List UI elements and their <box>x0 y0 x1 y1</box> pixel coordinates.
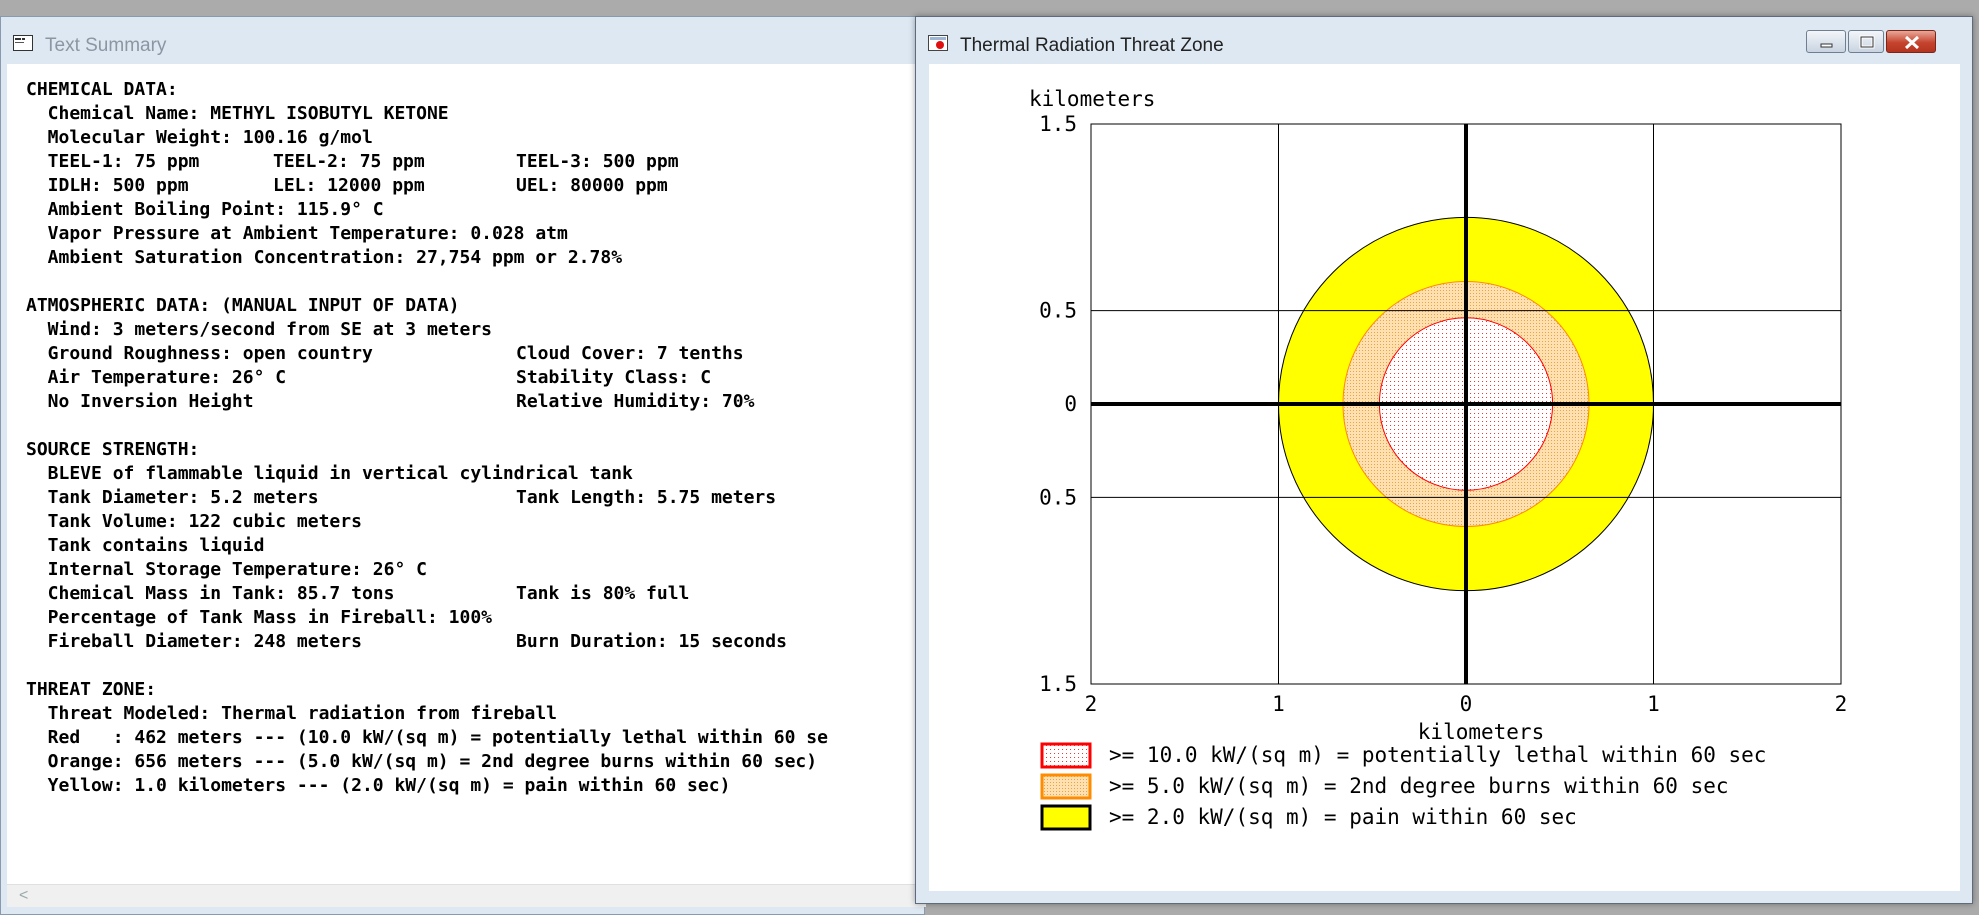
y-tick-label: 0.5 <box>1039 485 1077 509</box>
summary-line: ATMOSPHERIC DATA: (MANUAL INPUT OF DATA) <box>26 295 460 316</box>
y-tick-label: 0.5 <box>1039 299 1077 323</box>
summary-line: Fireball Diameter: 248 meters <box>26 631 362 652</box>
legend-swatch-red <box>1040 742 1092 769</box>
summary-line: No Inversion Height <box>26 391 254 412</box>
legend-swatch-yellow <box>1040 804 1092 831</box>
y-axis-label: kilometers <box>1029 87 1155 111</box>
threat-zone-titlebar[interactable]: Thermal Radiation Threat Zone <box>916 17 1972 61</box>
summary-line: Chemical Name: METHYL ISOBUTYL KETONE <box>26 103 449 124</box>
summary-line-col3: TEEL-3: 500 ppm <box>516 151 679 172</box>
close-icon <box>1904 35 1920 50</box>
summary-line: Molecular Weight: 100.16 g/mol <box>26 127 373 148</box>
threat-zone-window-icon <box>928 35 948 51</box>
summary-line: Threat Modeled: Thermal radiation from f… <box>26 703 558 724</box>
maximize-button[interactable] <box>1848 30 1884 53</box>
summary-line: BLEVE of flammable liquid in vertical cy… <box>26 463 633 484</box>
summary-line-col3: Burn Duration: 15 seconds <box>516 631 787 652</box>
summary-line: TEEL-1: 75 ppm <box>26 151 200 172</box>
summary-line-col3: UEL: 80000 ppm <box>516 175 668 196</box>
summary-line: Wind: 3 meters/second from SE at 3 meter… <box>26 319 492 340</box>
summary-line: Air Temperature: 26° C <box>26 367 287 388</box>
summary-line: Tank contains liquid <box>26 535 265 556</box>
x-tick-label: 2 <box>1085 692 1098 716</box>
summary-line: IDLH: 500 ppm <box>26 175 189 196</box>
window-icon <box>13 35 33 51</box>
threat-zone-chart: 1.50.500.51.52 1 0 1 2kilometerskilometers>=… <box>1029 87 1848 831</box>
legend-label-yellow: >= 2.0 kW/(sq m) = pain within 60 sec <box>1109 805 1577 829</box>
horizontal-scrollbar[interactable]: < <box>7 884 926 907</box>
summary-line-col3: Tank Length: 5.75 meters <box>516 487 777 508</box>
close-button[interactable] <box>1886 30 1936 53</box>
summary-line: Ambient Boiling Point: 115.9° C <box>26 199 384 220</box>
x-tick-label: 2 <box>1835 692 1848 716</box>
summary-line-col2: LEL: 12000 ppm <box>273 175 425 196</box>
window-title: Text Summary <box>45 35 167 56</box>
minimize-icon <box>1820 43 1833 48</box>
summary-line: Vapor Pressure at Ambient Temperature: 0… <box>26 223 568 244</box>
y-tick-label: 0 <box>1064 392 1077 416</box>
x-axis-label: kilometers <box>1418 720 1544 744</box>
y-tick-label: 1.5 <box>1039 112 1077 136</box>
summary-line: Tank Diameter: 5.2 meters <box>26 487 319 508</box>
window-title: Thermal Radiation Threat Zone <box>960 35 1224 56</box>
legend-label-orange: >= 5.0 kW/(sq m) = 2nd degree burns with… <box>1109 774 1729 798</box>
summary-line: Tank Volume: 122 cubic meters <box>26 511 362 532</box>
summary-line: Chemical Mass in Tank: 85.7 tons <box>26 583 395 604</box>
summary-line-col3: Tank is 80% full <box>516 583 690 604</box>
summary-line: Internal Storage Temperature: 26° C <box>26 559 427 580</box>
plot-area: 1.5 0.5 0 0.5 1.5 2 1 0 1 2 kilometers kilometers >=… <box>929 64 1960 891</box>
legend-swatch-orange <box>1040 773 1092 800</box>
summary-line-col3: Stability Class: C <box>516 367 712 388</box>
summary-line: Ground Roughness: open country <box>26 343 373 364</box>
summary-line: Ambient Saturation Concentration: 27,754… <box>26 247 623 268</box>
x-tick-label: 1 <box>1272 692 1285 716</box>
summary-line-col2: TEEL-2: 75 ppm <box>273 151 425 172</box>
threat-zone-window: Thermal Radiation Threat Zone 1.5 0.5 0 0.5… <box>915 16 1973 904</box>
summary-line: Red : 462 meters --- (10.0 kW/(sq m) = p… <box>26 727 828 748</box>
text-summary-content: CHEMICAL DATA: Chemical Name: METHYL ISO… <box>7 64 926 884</box>
x-tick-label: 0 <box>1460 692 1473 716</box>
restore-icon <box>1859 35 1875 49</box>
summary-line: Percentage of Tank Mass in Fireball: 100… <box>26 607 492 628</box>
summary-line: Orange: 656 meters --- (5.0 kW/(sq m) = … <box>26 751 818 772</box>
text-summary-window: Text Summary CHEMICAL DATA: Chemical Nam… <box>0 16 926 915</box>
summary-line: THREAT ZONE: <box>26 679 157 700</box>
summary-line: Yellow: 1.0 kilometers --- (2.0 kW/(sq m… <box>26 775 731 796</box>
x-tick-label: 1 <box>1647 692 1660 716</box>
text-summary-titlebar[interactable]: Text Summary <box>1 17 924 61</box>
summary-line: SOURCE STRENGTH: <box>26 439 200 460</box>
minimize-button[interactable] <box>1806 30 1846 53</box>
legend-label-red: >= 10.0 kW/(sq m) = potentially lethal w… <box>1109 743 1766 767</box>
summary-line-col3: Relative Humidity: 70% <box>516 391 755 412</box>
scroll-left-arrow-icon[interactable]: < <box>19 885 28 907</box>
summary-line-col3: Cloud Cover: 7 tenths <box>516 343 744 364</box>
y-tick-label: 1.5 <box>1039 672 1077 696</box>
summary-line: CHEMICAL DATA: <box>26 79 178 100</box>
